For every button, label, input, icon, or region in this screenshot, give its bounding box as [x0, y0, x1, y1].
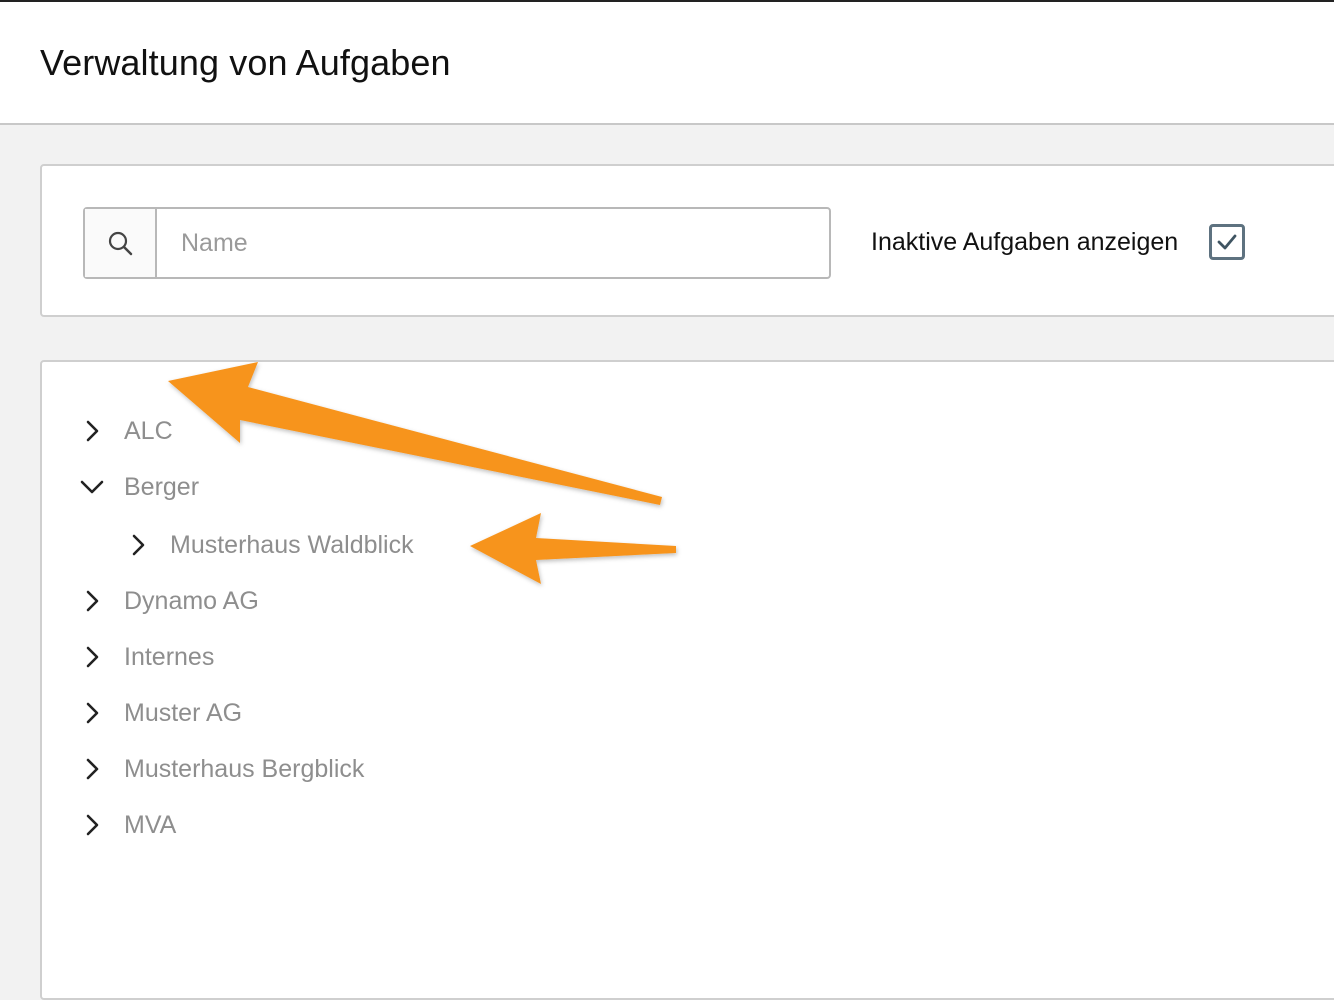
page-header: Verwaltung von Aufgaben: [0, 2, 1334, 125]
chevron-right-icon[interactable]: [78, 755, 106, 783]
tree-item-label: Berger: [124, 472, 200, 501]
tree-item-label: Musterhaus Waldblick: [170, 530, 414, 559]
filter-panel: Inaktive Aufgaben anzeigen: [40, 164, 1334, 317]
tree-item-musterhaus-waldblick[interactable]: Musterhaus Waldblick: [124, 525, 414, 565]
search-box: [83, 207, 831, 279]
tree-item-alc[interactable]: ALC: [78, 411, 173, 451]
chevron-right-icon[interactable]: [124, 531, 152, 559]
tree-item-label: Muster AG: [124, 698, 243, 727]
tree-item-label: Dynamo AG: [124, 586, 259, 615]
tree-item-internes[interactable]: Internes: [78, 637, 214, 677]
tree-item-mva[interactable]: MVA: [78, 805, 176, 845]
tree-panel: ALC Berger Musterhaus Waldblick Dynamo A…: [40, 360, 1334, 1000]
tree-item-muster-ag[interactable]: Muster AG: [78, 693, 242, 733]
chevron-right-icon[interactable]: [78, 417, 106, 445]
search-input[interactable]: [157, 209, 829, 277]
tree-item-musterhaus-bergblick[interactable]: Musterhaus Bergblick: [78, 749, 364, 789]
chevron-right-icon[interactable]: [78, 699, 106, 727]
chevron-down-icon[interactable]: [78, 473, 106, 501]
search-icon[interactable]: [85, 209, 157, 277]
chevron-right-icon[interactable]: [78, 587, 106, 615]
chevron-right-icon[interactable]: [78, 643, 106, 671]
check-icon: [1217, 234, 1237, 250]
tree-item-label: ALC: [124, 416, 173, 445]
tree-item-berger[interactable]: Berger: [78, 467, 199, 507]
tree-item-label: Internes: [124, 642, 215, 671]
inactive-tasks-label: Inaktive Aufgaben anzeigen: [871, 228, 1179, 256]
inactive-tasks-checkbox[interactable]: [1209, 224, 1245, 260]
chevron-right-icon[interactable]: [78, 811, 106, 839]
tree-item-dynamo-ag[interactable]: Dynamo AG: [78, 581, 259, 621]
tree-item-label: Musterhaus Bergblick: [124, 754, 365, 783]
tree-item-label: MVA: [124, 810, 177, 839]
page-title: Verwaltung von Aufgaben: [40, 42, 451, 83]
